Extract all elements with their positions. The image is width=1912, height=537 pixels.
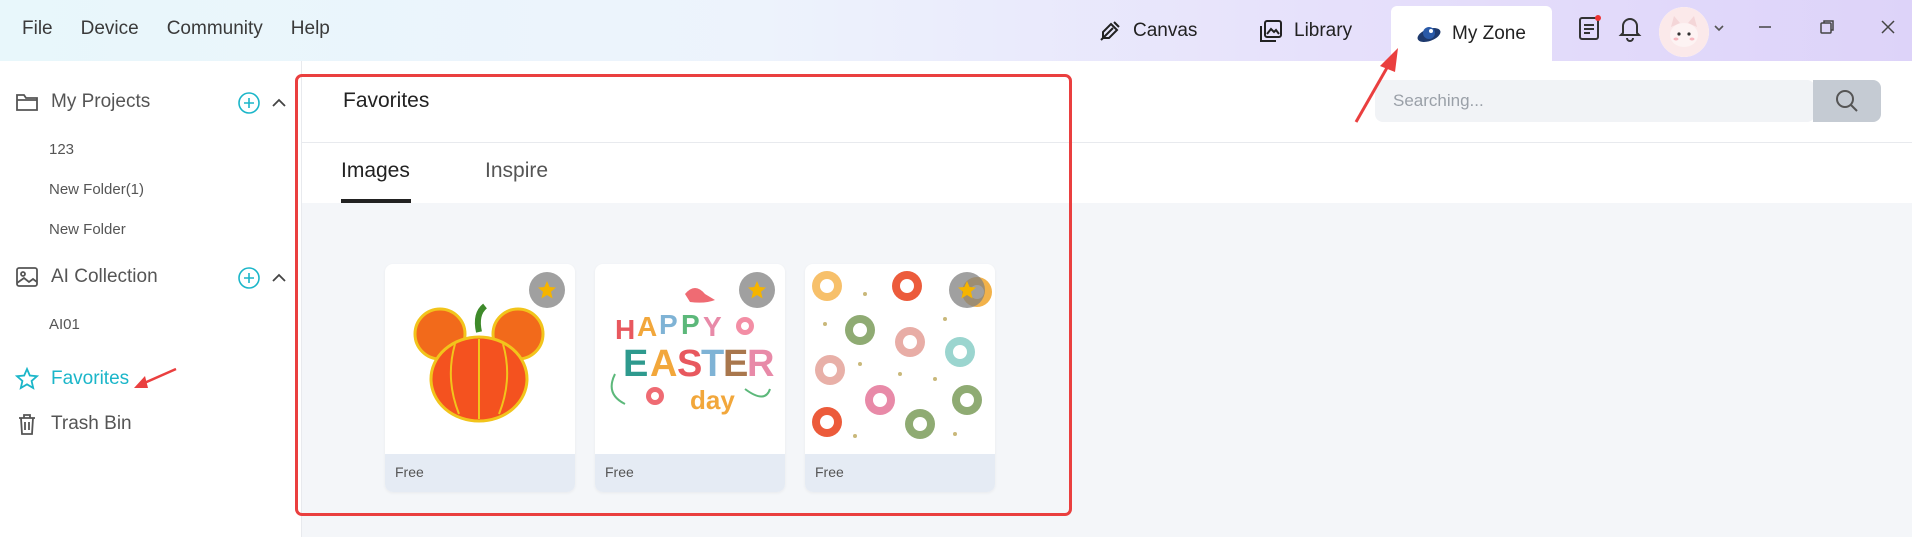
unfavorite-button[interactable] [739,272,775,308]
star-icon [958,281,976,299]
card-label: Free [815,464,844,480]
favorite-card[interactable]: Free [385,264,575,492]
folder-icon [16,94,38,111]
svg-text:A: A [637,311,657,342]
add-project-icon[interactable] [237,91,261,115]
svg-text:S: S [677,343,702,385]
svg-text:P: P [681,309,700,340]
bell-icon[interactable] [1616,14,1644,42]
menu-help[interactable]: Help [291,18,330,40]
menu-file[interactable]: File [22,18,53,40]
chevron-down-icon[interactable] [1712,16,1726,38]
divider [302,142,1912,143]
sidebar-my-projects-label: My Projects [51,91,151,112]
sidebar-ai-collection[interactable]: AI Collection [14,264,158,290]
search-icon [1836,90,1858,112]
nav-canvas-label: Canvas [1133,19,1198,41]
sidebar-favorites[interactable]: Favorites [14,366,129,392]
project-item-new-folder[interactable]: New Folder [49,221,126,238]
nav-library[interactable]: Library [1258,0,1352,61]
svg-text:day: day [690,385,735,415]
svg-text:Y: Y [703,311,722,342]
trash-icon [19,414,35,435]
svg-text:R: R [747,343,774,385]
sidebar-trash-bin-label: Trash Bin [51,413,132,434]
menu-device[interactable]: Device [81,18,139,40]
my-zone-icon [1417,26,1441,42]
cat-avatar-icon [1659,7,1709,57]
sidebar-ai-collection-label: AI Collection [51,266,158,287]
add-ai-collection-icon[interactable] [237,266,261,290]
svg-text:T: T [701,343,724,385]
search-input[interactable] [1393,80,1773,122]
search-button[interactable] [1813,80,1881,122]
image-icon [16,267,38,287]
annotation-arrow [1354,48,1398,123]
star-icon [748,281,766,299]
search-bar [1375,80,1815,122]
chevron-up-icon[interactable] [268,92,290,114]
svg-text:H: H [615,314,635,345]
library-icon [1260,19,1282,42]
nav-my-zone[interactable]: My Zone [1391,6,1552,61]
nav-my-zone-label: My Zone [1452,22,1526,44]
svg-text:A: A [650,343,677,385]
avatar[interactable] [1659,7,1709,57]
menu-community[interactable]: Community [167,18,263,40]
svg-text:E: E [623,343,648,385]
sidebar-my-projects[interactable]: My Projects [14,89,150,115]
page-title: Favorites [343,89,430,112]
annotation-arrow [134,367,177,388]
svg-text:E: E [723,343,748,385]
top-bar: File Device Community Help Canvas Librar… [0,0,1912,61]
tab-inspire[interactable]: Inspire [485,159,548,183]
restore-icon[interactable] [1816,16,1838,38]
star-icon [14,366,40,390]
app-window: File Device Community Help Canvas Librar… [0,0,1912,537]
menu-bar: File Device Community Help [22,0,330,58]
unfavorite-button[interactable] [529,272,565,308]
favorite-card[interactable]: Free [805,264,995,492]
nav-canvas[interactable]: Canvas [1097,0,1197,61]
project-item-123[interactable]: 123 [49,141,74,158]
card-label: Free [395,464,424,480]
card-footer: Free [595,454,785,492]
svg-text:P: P [659,309,678,340]
sidebar: My Projects 123 New Folder(1) New Folder… [0,61,302,537]
card-footer: Free [385,454,575,492]
ai-item-ai01[interactable]: AI01 [49,316,80,333]
tab-images[interactable]: Images [341,159,410,183]
minimize-icon[interactable] [1754,16,1776,38]
card-label: Free [605,464,634,480]
sidebar-favorites-label: Favorites [51,368,130,389]
unfavorite-button[interactable] [949,272,985,308]
close-icon[interactable] [1877,16,1899,38]
favorite-card[interactable]: H A P P Y E A S T E R day Free [595,264,785,492]
star-icon [538,281,556,299]
card-footer: Free [805,454,995,492]
clipboard-icon[interactable] [1575,14,1603,42]
nav-library-label: Library [1294,19,1353,41]
sidebar-trash-bin[interactable]: Trash Bin [14,411,132,437]
project-item-new-folder-1[interactable]: New Folder(1) [49,181,144,198]
canvas-icon [1100,20,1120,41]
chevron-up-icon[interactable] [268,267,290,289]
